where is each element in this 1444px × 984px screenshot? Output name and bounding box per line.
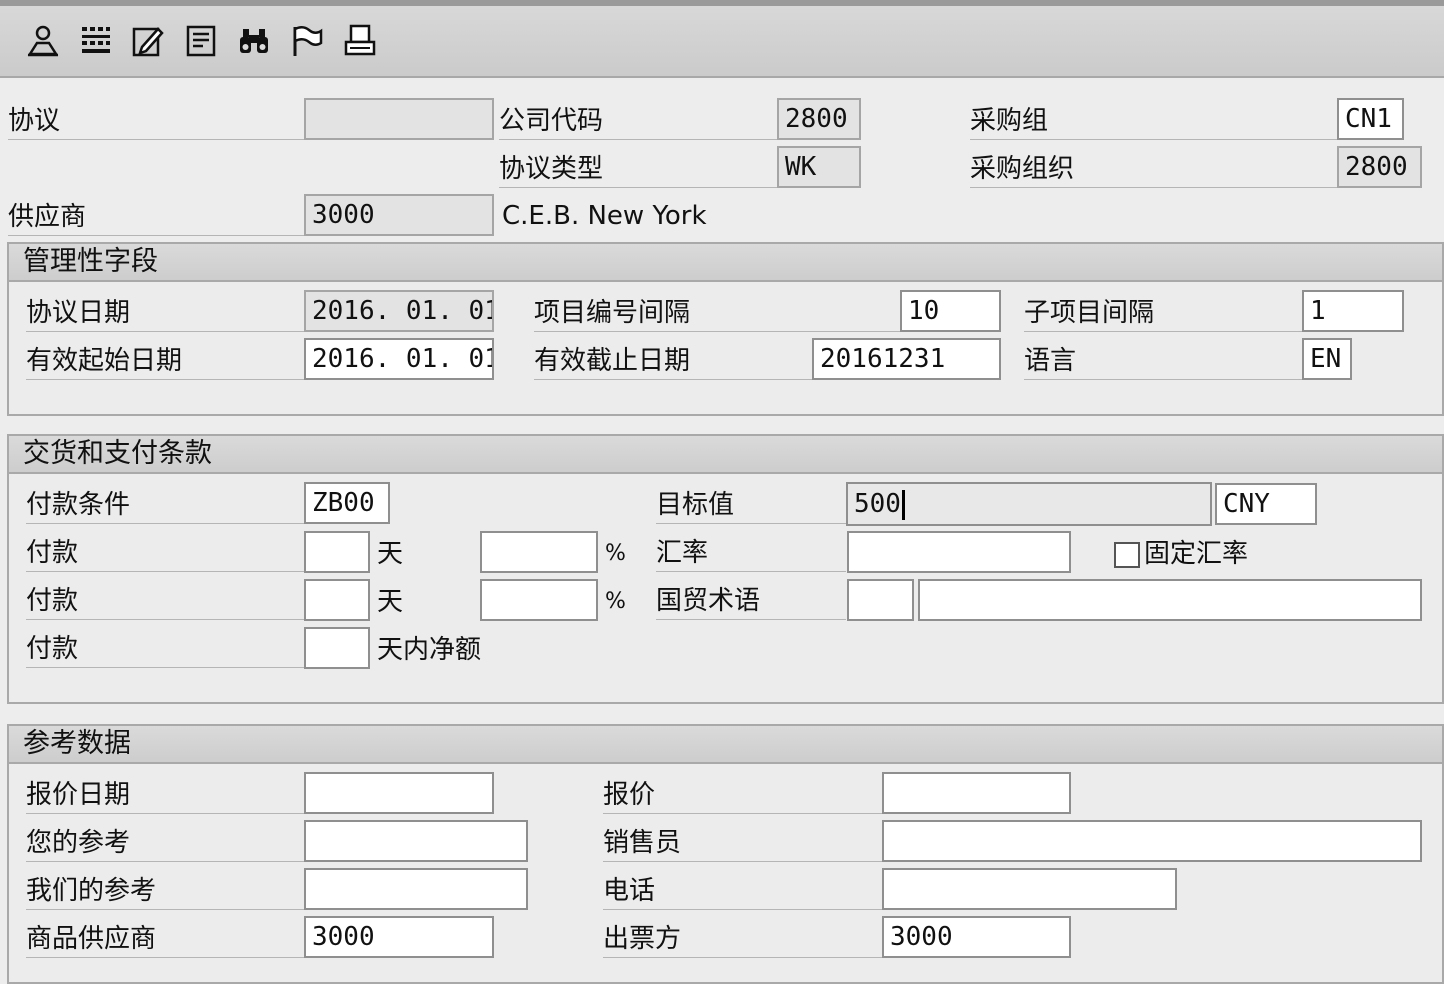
subitem-interval-label: 子项目间隔 — [1024, 296, 1302, 332]
print-icon[interactable] — [339, 20, 381, 62]
target-value-field[interactable]: 500 — [846, 482, 1212, 526]
valid-from-field[interactable]: 2016. 01. 01 — [304, 338, 494, 380]
incoterms-code-field[interactable] — [847, 579, 914, 621]
section-header: 管理性字段 — [9, 244, 1442, 282]
language-field[interactable]: EN — [1302, 338, 1352, 380]
grid-icon[interactable] — [75, 20, 117, 62]
section-header: 交货和支付条款 — [9, 436, 1442, 474]
section-title: 参考数据 — [23, 728, 131, 759]
valid-from-label: 有效起始日期 — [26, 344, 304, 380]
incoterms-location-field[interactable] — [918, 579, 1422, 621]
subitem-interval-field[interactable]: 1 — [1302, 290, 1404, 332]
section-title: 交货和支付条款 — [23, 438, 212, 469]
goods-supplier-field[interactable]: 3000 — [304, 916, 494, 958]
agreement-date-label: 协议日期 — [26, 296, 304, 332]
payment-terms-label: 付款条件 — [26, 488, 304, 524]
flag-icon[interactable] — [286, 20, 328, 62]
purchasing-org-field[interactable]: 2800 — [1337, 146, 1422, 188]
section-title: 管理性字段 — [23, 246, 158, 277]
payment-label-2: 付款 — [26, 584, 304, 620]
agreement-label: 协议 — [8, 104, 304, 140]
days-label-1: 天 — [377, 539, 404, 569]
company-code-field[interactable]: 2800 — [777, 98, 861, 140]
currency-field[interactable]: CNY — [1215, 483, 1317, 525]
fixed-rate-checkbox[interactable] — [1114, 542, 1140, 568]
person-icon[interactable] — [22, 20, 64, 62]
fixed-rate-label: 固定汇率 — [1144, 539, 1249, 569]
document-icon[interactable] — [180, 20, 222, 62]
purchasing-group-field[interactable]: CN1 — [1337, 98, 1404, 140]
payment-days-field-1[interactable] — [304, 531, 370, 573]
agreement-date-field[interactable]: 2016. 01. 01 — [304, 290, 494, 332]
salesperson-field[interactable] — [882, 820, 1422, 862]
incoterms-label: 国贸术语 — [656, 584, 846, 620]
agreement-type-field[interactable]: WK — [777, 146, 861, 188]
salesperson-label: 销售员 — [603, 826, 883, 862]
item-interval-label: 项目编号间隔 — [534, 296, 900, 332]
quotation-date-label: 报价日期 — [26, 778, 304, 814]
payment-percent-field-2[interactable] — [480, 579, 598, 621]
goods-supplier-label: 商品供应商 — [26, 922, 304, 958]
your-reference-label: 您的参考 — [26, 826, 304, 862]
vendor-label: 供应商 — [8, 200, 304, 236]
language-label: 语言 — [1024, 344, 1302, 380]
invoicing-party-label: 出票方 — [603, 922, 883, 958]
exchange-rate-field[interactable] — [847, 531, 1071, 573]
net-days-label: 天内净额 — [377, 635, 482, 665]
payment-days-field-2[interactable] — [304, 579, 370, 621]
purchasing-org-label: 采购组织 — [970, 152, 1338, 188]
application-toolbar — [0, 0, 1444, 78]
purchasing-group-label: 采购组 — [970, 104, 1338, 140]
invoicing-party-field[interactable]: 3000 — [882, 916, 1071, 958]
valid-to-field[interactable]: 20161231 — [812, 338, 1001, 380]
vendor-field[interactable]: 3000 — [304, 194, 494, 236]
percent-label-1: % — [605, 541, 626, 566]
payment-label-1: 付款 — [26, 536, 304, 572]
edit-icon[interactable] — [127, 20, 169, 62]
payment-percent-field-1[interactable] — [480, 531, 598, 573]
days-label-2: 天 — [377, 587, 404, 617]
your-reference-field[interactable] — [304, 820, 528, 862]
quotation-field[interactable] — [882, 772, 1071, 814]
company-code-label: 公司代码 — [499, 104, 777, 140]
our-reference-label: 我们的参考 — [26, 874, 304, 910]
payment-terms-field[interactable]: ZB00 — [304, 482, 390, 524]
item-interval-field[interactable]: 10 — [900, 290, 1001, 332]
payment-net-days-field[interactable] — [304, 627, 370, 669]
quotation-date-field[interactable] — [304, 772, 494, 814]
binoculars-icon[interactable] — [233, 20, 275, 62]
section-header: 参考数据 — [9, 726, 1442, 764]
phone-label: 电话 — [603, 874, 883, 910]
target-value-text: 500 — [854, 489, 901, 519]
agreement-field[interactable] — [304, 98, 494, 140]
valid-to-label: 有效截止日期 — [534, 344, 812, 380]
percent-label-2: % — [605, 589, 626, 614]
target-value-label: 目标值 — [656, 488, 846, 524]
vendor-name: C.E.B. New York — [502, 201, 707, 231]
payment-label-3: 付款 — [26, 632, 304, 668]
our-reference-field[interactable] — [304, 868, 528, 910]
agreement-type-label: 协议类型 — [499, 152, 777, 188]
phone-field[interactable] — [882, 868, 1177, 910]
text-cursor — [901, 489, 905, 520]
quotation-label: 报价 — [603, 778, 883, 814]
exchange-rate-label: 汇率 — [656, 536, 846, 572]
